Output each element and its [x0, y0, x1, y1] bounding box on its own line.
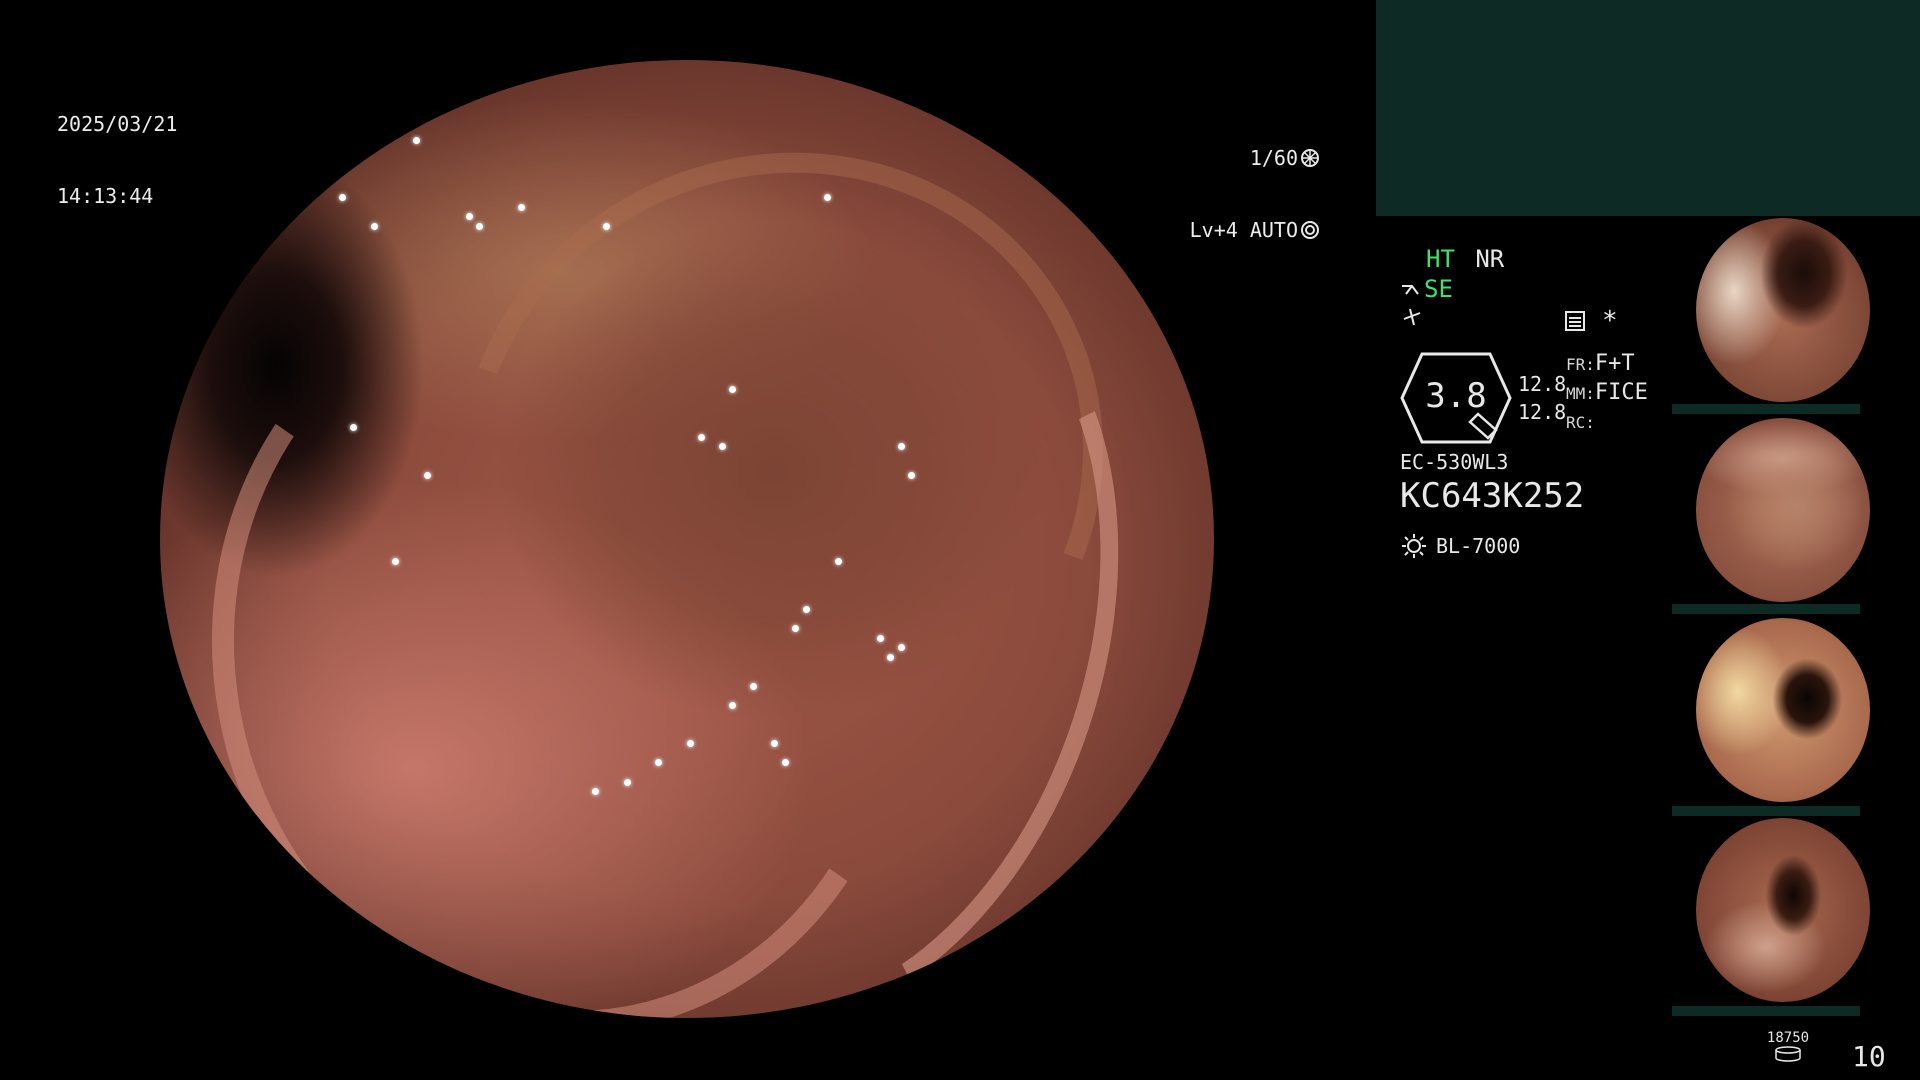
light-reflection [349, 117, 357, 125]
storage-icon [1775, 1046, 1801, 1062]
value-2: 12.8 [1518, 400, 1567, 424]
storage-indicator: 18750 [1760, 1030, 1816, 1066]
lightsource-icon [1402, 534, 1426, 558]
light-reflection [876, 634, 884, 642]
capture-thumbnail[interactable] [1672, 618, 1920, 818]
light-reflection [729, 701, 737, 709]
scope-model: EC-530WL3 [1400, 450, 1509, 474]
menu-icon [1565, 311, 1585, 331]
mm-label: MM: [1566, 384, 1595, 403]
light-reflection [802, 606, 810, 614]
thumbnail-bar [1672, 806, 1860, 816]
light-reflection [718, 443, 726, 451]
thumbnail-bar [1672, 604, 1860, 614]
fr-value: F+T [1594, 351, 1635, 376]
auto-iris-icon [1301, 221, 1319, 239]
level-label: Lv+4 AUTO [1189, 218, 1298, 242]
rc-label: RC: [1566, 413, 1595, 432]
light-reflection [602, 222, 610, 230]
capture-thumbnail[interactable] [1672, 818, 1920, 1018]
info-panel-header [1376, 0, 1920, 216]
nr-indicator: NR [1475, 245, 1505, 273]
thumbnail-image [1696, 818, 1870, 1002]
mm-value: FICE [1594, 380, 1648, 405]
light-reflection [729, 385, 737, 393]
light-reflection [412, 136, 420, 144]
capture-thumbnail[interactable] [1672, 418, 1920, 618]
star-indicator: * [1602, 306, 1618, 336]
light-reflection [370, 222, 378, 230]
light-reflection [623, 778, 631, 786]
thumbnail-image [1696, 218, 1870, 402]
value-1: 12.8 [1518, 372, 1567, 396]
light-reflection [897, 443, 905, 451]
light-reflection [381, 107, 389, 115]
shutter-icon [1301, 149, 1319, 167]
light-reflection [834, 558, 842, 566]
thumbnail-image [1696, 618, 1870, 802]
light-source-info: BL-7000 [1400, 532, 1520, 560]
date-time-display: 2025/03/21 14:13:44 [57, 64, 177, 232]
se-indicator: SE [1424, 275, 1453, 303]
thumbnail-bar [1672, 1006, 1860, 1016]
ht-indicator: HT [1426, 245, 1455, 273]
measurement-values: 12.8 12.8 [1518, 370, 1566, 426]
settings-block: HT NR SE [1400, 244, 1504, 334]
shutter-label: 1/60 [1249, 146, 1298, 170]
mode-settings: FR:F+T MM:FICE RC: [1566, 350, 1648, 437]
light-reflection [391, 558, 399, 566]
light-reflection [423, 471, 431, 479]
light-reflection [697, 433, 705, 441]
capture-count: 10 [1852, 1040, 1886, 1073]
light-reflection [465, 213, 473, 221]
freeze-icon [1403, 308, 1421, 326]
light-reflection [750, 682, 758, 690]
fr-label: FR: [1566, 355, 1595, 374]
thumbnail-bar [1672, 404, 1860, 414]
zoom-value: 3.8 [1425, 376, 1487, 416]
exposure-display: 1/60 Lv+4 AUTO [1180, 98, 1320, 266]
light-reflection [349, 424, 357, 432]
scope-serial: KC643K252 [1400, 476, 1585, 516]
light-reflection [518, 203, 526, 211]
record-status: * [1564, 306, 1618, 336]
thumbnail-image [1696, 418, 1870, 602]
time-label: 14:13:44 [57, 184, 154, 208]
scope-angle-icon [1402, 285, 1419, 295]
date-label: 2025/03/21 [57, 112, 178, 136]
capture-thumbnail[interactable] [1672, 216, 1920, 416]
storage-count: 18750 [1766, 1030, 1810, 1046]
light-reflection [476, 222, 484, 230]
endoscope-main-view [160, 60, 1214, 1018]
light-reflection [339, 194, 347, 202]
light-source-label: BL-7000 [1436, 534, 1521, 558]
